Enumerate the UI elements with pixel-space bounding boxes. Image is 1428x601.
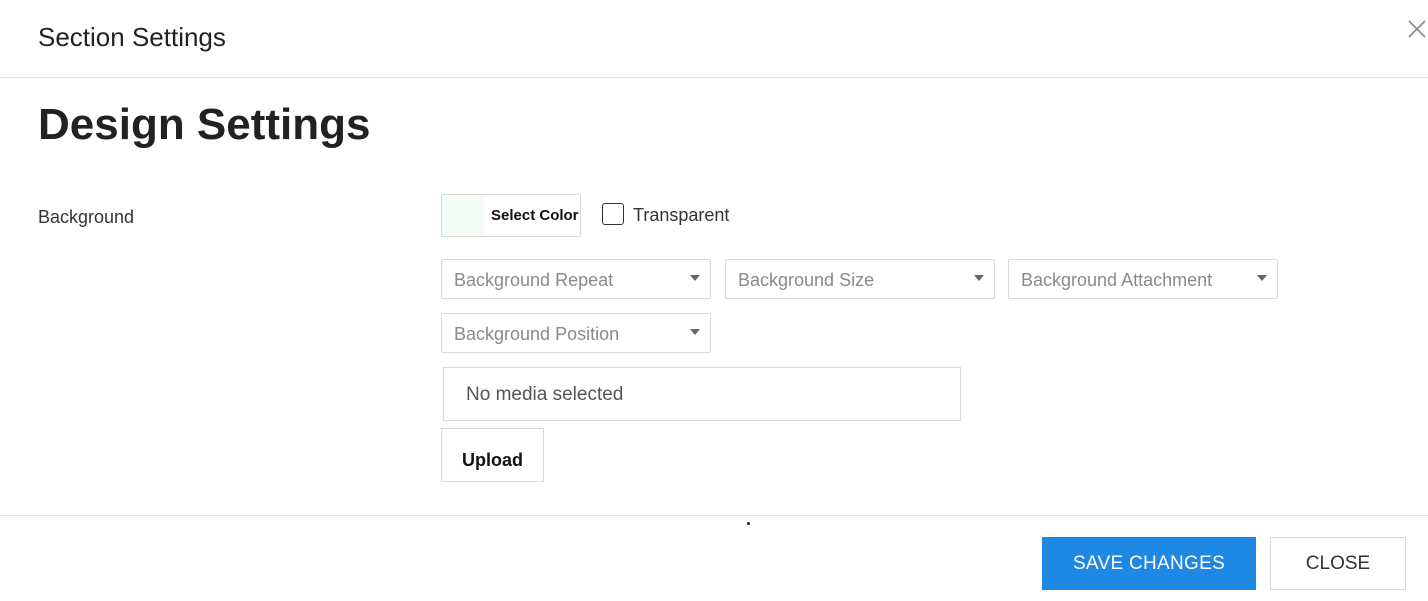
background-repeat-select[interactable]: Background Repeat xyxy=(441,259,711,299)
select-color-label: Select Color xyxy=(491,207,579,224)
section-settings-modal: Section Settings Design Settings Backgro… xyxy=(0,0,1428,601)
background-position-placeholder: Background Position xyxy=(454,324,620,344)
select-color-button[interactable]: Select Color xyxy=(441,194,581,237)
modal-header: Section Settings xyxy=(0,0,1428,78)
design-settings-heading: Design Settings xyxy=(38,100,371,149)
caret-down-icon xyxy=(974,275,984,281)
save-changes-button[interactable]: SAVE CHANGES xyxy=(1042,537,1256,590)
background-label: Background xyxy=(38,207,135,227)
caret-down-icon xyxy=(690,275,700,281)
background-size-placeholder: Background Size xyxy=(738,270,875,290)
transparent-label: Transparent xyxy=(633,205,730,225)
background-size-select[interactable]: Background Size xyxy=(725,259,995,299)
transparent-checkbox[interactable] xyxy=(602,203,624,225)
dot-mark xyxy=(747,522,750,525)
caret-down-icon xyxy=(1257,275,1267,281)
background-repeat-placeholder: Background Repeat xyxy=(454,270,614,290)
background-attachment-select[interactable]: Background Attachment xyxy=(1008,259,1278,299)
background-attachment-placeholder: Background Attachment xyxy=(1021,270,1213,290)
modal-title: Section Settings xyxy=(38,22,226,52)
media-preview-box: No media selected xyxy=(443,367,961,421)
caret-down-icon xyxy=(690,329,700,335)
background-position-select[interactable]: Background Position xyxy=(441,313,711,353)
upload-button[interactable]: Upload xyxy=(441,428,544,482)
close-button[interactable]: CLOSE xyxy=(1270,537,1406,590)
media-status-text: No media selected xyxy=(466,384,624,405)
close-icon[interactable] xyxy=(1406,18,1428,40)
modal-footer: SAVE CHANGES CLOSE xyxy=(0,515,1428,601)
color-swatch xyxy=(442,195,484,236)
